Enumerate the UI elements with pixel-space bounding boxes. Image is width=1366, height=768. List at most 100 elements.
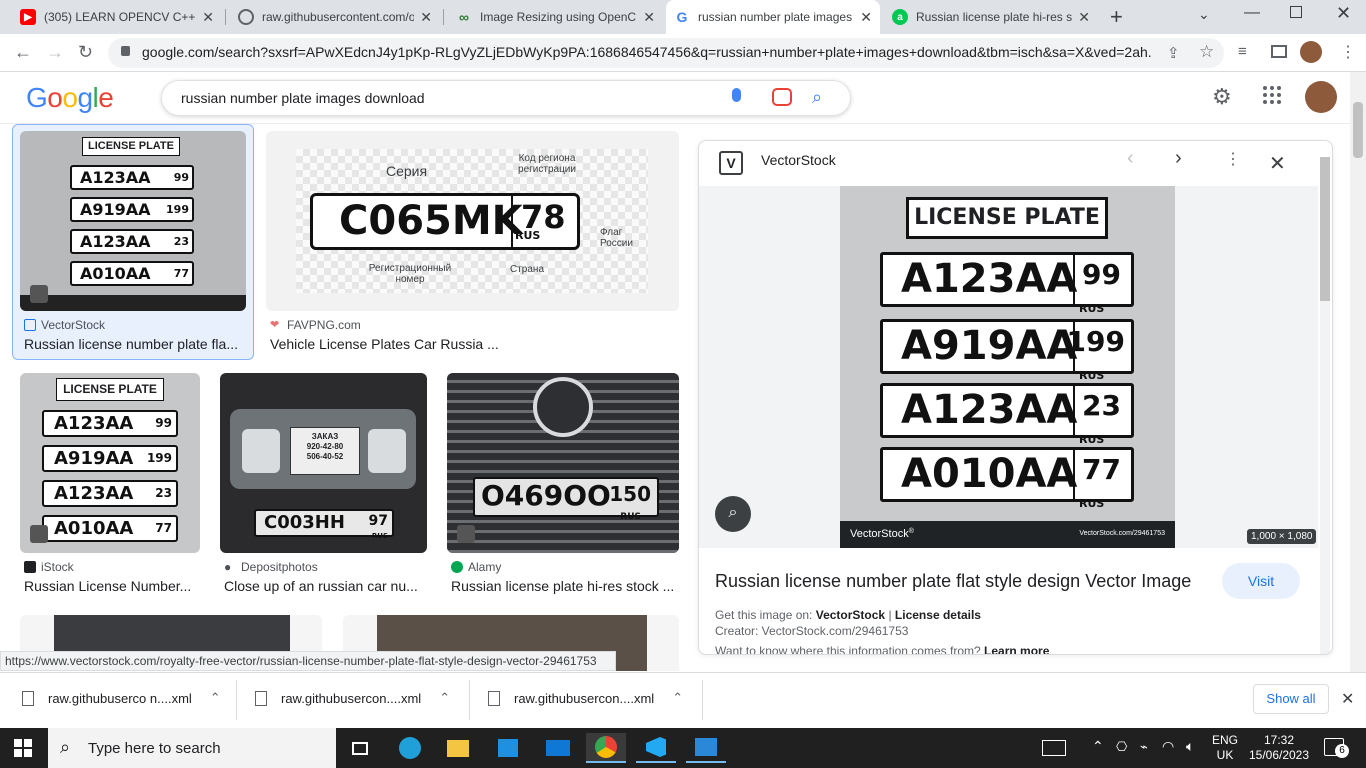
maximize-button[interactable] <box>1290 6 1302 18</box>
plate-rus: RUS <box>620 512 641 522</box>
voice-search-icon[interactable] <box>732 88 741 102</box>
wifi-icon[interactable]: ◠ <box>1162 738 1174 755</box>
search-icon: ⌕ <box>60 737 71 757</box>
page-scrollbar[interactable] <box>1350 72 1366 672</box>
tab-youtube[interactable]: ▶ (305) LEARN OPENCV C++ in ✕ <box>12 0 222 34</box>
chrome-icon[interactable] <box>586 733 626 763</box>
file-explorer-icon[interactable] <box>438 733 478 763</box>
image-dimensions-badge: 1,000 × 1,080 <box>1247 529 1317 544</box>
new-tab-button[interactable]: + <box>1110 4 1123 30</box>
bookmark-star-icon[interactable]: ☆ <box>1199 42 1214 62</box>
close-tab-icon[interactable]: ✕ <box>1078 9 1090 26</box>
vectorstock-logo-icon: V <box>719 151 743 175</box>
store-icon[interactable] <box>488 733 528 763</box>
label-country: Страна <box>510 264 545 275</box>
close-tab-icon[interactable]: ✕ <box>860 9 872 26</box>
file-icon <box>488 690 500 706</box>
result-caption[interactable]: Close up of an russian car nu... <box>224 578 422 594</box>
alamy-icon: a <box>892 9 908 25</box>
close-tab-icon[interactable]: ✕ <box>643 9 655 26</box>
tab-resizing[interactable]: ∞ Image Resizing using OpenC ✕ <box>448 0 663 34</box>
taskbar-search-placeholder[interactable]: Type here to search <box>88 740 221 757</box>
result-source[interactable]: ● Depositphotos <box>224 560 318 574</box>
chevron-up-icon[interactable]: ⌃ <box>210 690 221 706</box>
result-thumbnail[interactable]: LICENSE PLATE A123AA 99 A919AA 199 A123AA 2… <box>20 131 246 311</box>
language-indicator[interactable]: ENG UK <box>1212 733 1238 763</box>
chevron-up-icon[interactable]: ⌃ <box>439 690 450 706</box>
close-window-button[interactable]: ✕ <box>1336 3 1351 24</box>
chevron-up-icon[interactable]: ⌃ <box>1092 738 1104 755</box>
photos-icon[interactable] <box>686 733 726 763</box>
vscode-icon[interactable] <box>636 733 676 763</box>
result-caption[interactable]: Russian License Number... <box>24 578 196 594</box>
panel-image-title[interactable]: Russian license number plate flat style … <box>715 571 1211 592</box>
network-adapter-icon[interactable]: ⎔ <box>1116 739 1127 755</box>
search-icon[interactable]: ⌕ <box>812 87 822 108</box>
profile-avatar[interactable] <box>1300 41 1322 63</box>
get-image-source-link[interactable]: VectorStock <box>816 608 885 622</box>
footer-url: VectorStock.com/29461753 <box>1079 530 1165 537</box>
result-source[interactable]: ❤ FAVPNG.com <box>270 318 361 332</box>
side-panel-icon[interactable] <box>1271 45 1287 58</box>
lock-icon[interactable] <box>121 46 130 56</box>
download-item[interactable]: raw.githubusercon....xml ⌃ <box>488 690 683 706</box>
menu-icon[interactable]: ⋮ <box>1340 42 1356 62</box>
result-source[interactable]: Alamy <box>451 560 501 574</box>
tab-search-icon[interactable]: ⌄ <box>1198 6 1210 23</box>
preview-image[interactable]: LICENSE PLATE A123AA 99 RUS A919AA 199 RUS A… <box>840 186 1175 548</box>
result-thumbnail[interactable]: LICENSE PLATE A123AA 99 A919AA 199 A123AA 2… <box>20 373 200 553</box>
minimize-button[interactable]: — <box>1244 4 1260 22</box>
download-item[interactable]: raw.githubusercon....xml ⌃ <box>255 690 450 706</box>
learn-more-link[interactable]: Learn more <box>984 644 1049 654</box>
plate-number: A123AA <box>80 232 151 251</box>
edge-icon[interactable] <box>390 733 430 763</box>
url-text[interactable]: google.com/search?sxsrf=APwXEdcnJ4y1pKp-… <box>142 44 1152 60</box>
google-logo[interactable]: Google <box>26 82 114 114</box>
next-image-icon[interactable]: › <box>1175 147 1182 170</box>
close-tab-icon[interactable]: ✕ <box>420 9 432 26</box>
result-source[interactable]: iStock <box>24 560 74 574</box>
chevron-up-icon[interactable]: ⌃ <box>672 690 683 706</box>
touch-keyboard-icon[interactable] <box>1042 740 1066 756</box>
result-caption[interactable]: Russian license plate hi-res stock ... <box>451 578 677 594</box>
lens-search-icon[interactable]: ⌕ <box>715 496 751 532</box>
link-icon: ∞ <box>459 9 469 25</box>
share-icon[interactable]: ⇪ <box>1167 44 1180 62</box>
tab-search-list-icon[interactable]: ≡ <box>1238 43 1247 60</box>
search-input[interactable]: russian number plate images download <box>181 90 425 106</box>
close-panel-icon[interactable]: ✕ <box>1269 151 1286 176</box>
result-thumbnail[interactable]: ЗАКАЗ 920-42-80 506-40-52 C003HH 97 RUS <box>220 373 427 553</box>
account-avatar[interactable] <box>1305 81 1337 113</box>
result-source[interactable]: VectorStock <box>24 318 105 332</box>
forward-button[interactable]: → <box>46 42 64 63</box>
result-thumbnail[interactable]: O469OO 150 RUS <box>447 373 679 553</box>
more-options-icon[interactable]: ⋮ <box>1225 149 1241 169</box>
clock[interactable]: 17:32 15/06/2023 <box>1248 733 1310 763</box>
windows-start-icon[interactable] <box>14 739 32 757</box>
power-icon[interactable]: ⌁ <box>1140 739 1148 755</box>
tab-github[interactable]: raw.githubusercontent.com/o ✕ <box>230 0 440 34</box>
close-downloads-icon[interactable]: ✕ <box>1341 689 1354 709</box>
plate-number: A919AA <box>80 200 151 219</box>
reload-button[interactable]: ↻ <box>78 42 93 63</box>
task-view-icon[interactable] <box>340 733 380 763</box>
close-tab-icon[interactable]: ✕ <box>202 9 214 26</box>
license-details-link[interactable]: License details <box>895 608 981 622</box>
result-caption[interactable]: Russian license number plate fla... <box>24 336 246 352</box>
previous-image-icon[interactable]: ‹ <box>1127 147 1134 170</box>
back-button[interactable]: ← <box>14 42 32 63</box>
tab-alamy[interactable]: a Russian license plate hi-res st ✕ <box>884 0 1098 34</box>
visit-button[interactable]: Visit <box>1222 563 1300 599</box>
volume-icon[interactable]: 🔈︎ <box>1186 738 1194 755</box>
result-caption[interactable]: Vehicle License Plates Car Russia ... <box>270 336 670 352</box>
apps-grid-icon[interactable] <box>1263 86 1281 104</box>
mail-icon[interactable] <box>538 733 578 763</box>
result-thumbnail[interactable]: Серия Код региона регистрации C065MK 78 RU… <box>266 131 679 311</box>
show-all-button[interactable]: Show all <box>1253 684 1329 714</box>
download-item[interactable]: raw.githubuserco n....xml ⌃ <box>22 690 221 706</box>
panel-source-name[interactable]: VectorStock <box>761 152 836 168</box>
settings-gear-icon[interactable]: ⚙ <box>1212 84 1232 110</box>
panel-scrollbar[interactable] <box>1320 157 1330 654</box>
lens-search-icon[interactable] <box>772 88 792 106</box>
tab-google-active[interactable]: G russian number plate images ✕ <box>666 0 880 34</box>
